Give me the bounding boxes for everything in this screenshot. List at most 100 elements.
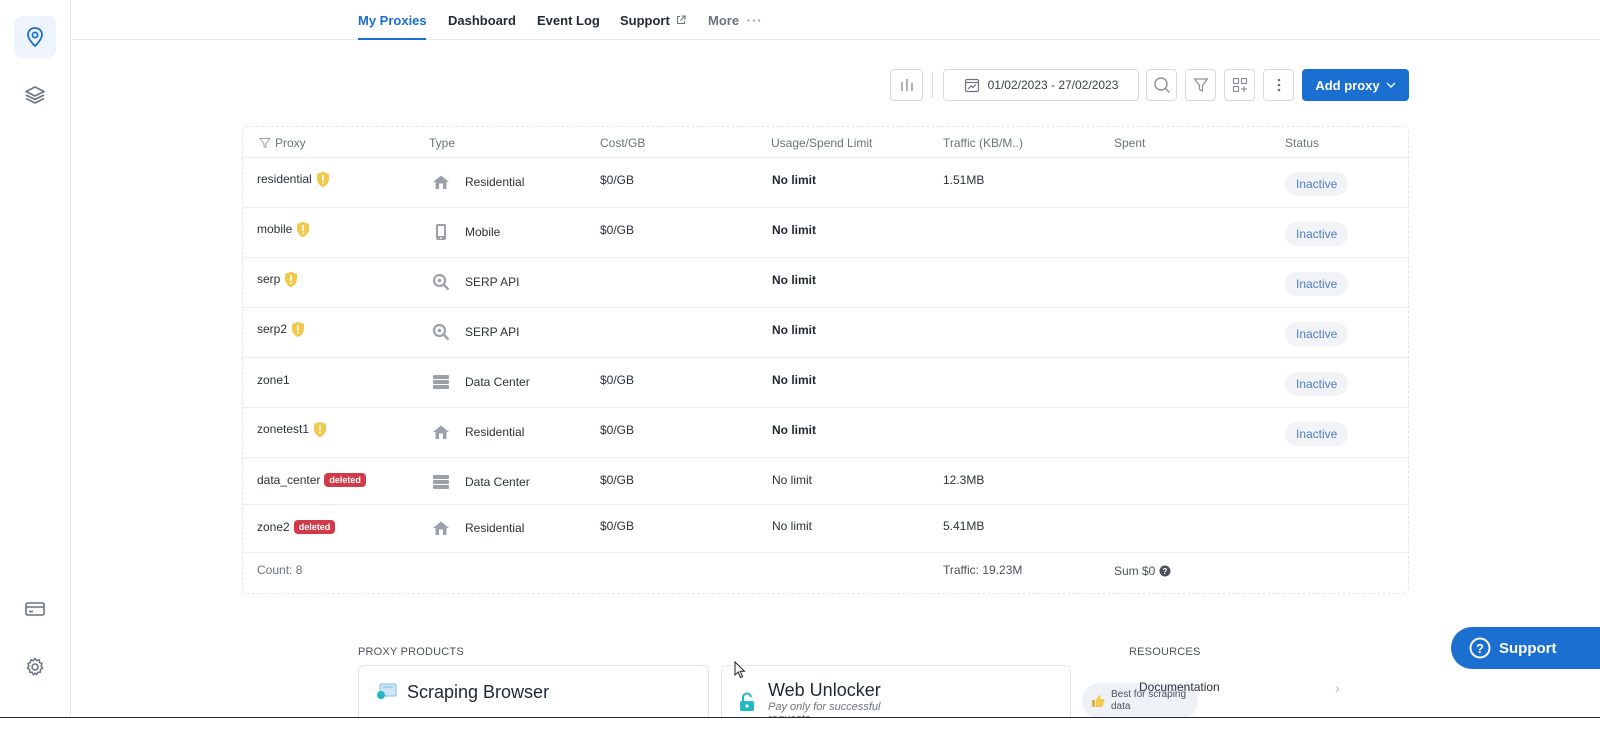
header-spent[interactable]: Spent bbox=[1114, 136, 1145, 150]
svg-text:?: ? bbox=[1476, 641, 1484, 656]
proxies-nav-button[interactable] bbox=[14, 16, 56, 58]
search-icon bbox=[1153, 77, 1170, 93]
usage-limit-cell: No limit bbox=[772, 323, 816, 337]
scraping-browser-title: Scraping Browser bbox=[407, 682, 550, 702]
proxy-name[interactable]: zonetest1 bbox=[257, 422, 309, 436]
proxy-name-cell: zone1 bbox=[257, 373, 290, 387]
status-badge: Inactive bbox=[1285, 322, 1349, 346]
deleted-badge: deleted bbox=[324, 473, 366, 487]
warning-shield-icon bbox=[284, 271, 298, 288]
search-button[interactable] bbox=[1146, 69, 1177, 101]
window-bottom-edge bbox=[0, 717, 1600, 734]
traffic-cell: 5.41MB bbox=[943, 519, 985, 533]
filter-button[interactable] bbox=[1185, 69, 1216, 101]
cost-cell: $0/GB bbox=[600, 173, 635, 187]
usage-limit-cell: No limit bbox=[772, 373, 816, 387]
table-row[interactable]: mobile Mobile $0/GB No limit Inactive bbox=[243, 208, 1408, 258]
deleted-badge: deleted bbox=[293, 520, 336, 534]
billing-nav-button[interactable] bbox=[14, 588, 56, 630]
products-nav-button[interactable] bbox=[14, 74, 56, 116]
warning-shield-icon bbox=[296, 221, 310, 238]
tab-more-label: More bbox=[708, 13, 740, 28]
date-range-text: 01/02/2023 - 27/02/2023 bbox=[987, 78, 1119, 92]
proxy-name[interactable]: serp bbox=[257, 272, 280, 286]
header-cost[interactable]: Cost/GB bbox=[600, 136, 645, 150]
chevron-right-icon: › bbox=[1335, 680, 1340, 696]
type-cell: Data Center bbox=[431, 372, 530, 392]
credit-card-icon bbox=[25, 602, 45, 616]
mouse-cursor-icon bbox=[734, 661, 746, 679]
table-row[interactable]: zone1 Data Center $0/GB No limit Inactiv… bbox=[243, 358, 1408, 408]
type-label: SERP API bbox=[465, 275, 520, 289]
header-traffic[interactable]: Traffic (KB/M..) bbox=[943, 136, 1023, 150]
settings-nav-button[interactable] bbox=[14, 646, 56, 688]
columns-button[interactable] bbox=[1224, 69, 1255, 101]
help-circle-icon: ? bbox=[1469, 637, 1491, 659]
tab-event-log[interactable]: Event Log bbox=[537, 13, 600, 28]
house-icon bbox=[431, 518, 451, 538]
proxy-name[interactable]: residential bbox=[257, 172, 312, 186]
table-row[interactable]: zonetest1 Residential $0/GB No limit Ina… bbox=[243, 408, 1408, 458]
tab-support-label: Support bbox=[620, 13, 670, 28]
tab-dashboard[interactable]: Dashboard bbox=[448, 13, 516, 28]
ellipsis-icon: ··· bbox=[746, 13, 763, 28]
help-circle-icon[interactable]: ? bbox=[1159, 565, 1171, 577]
table-row[interactable]: data_center deleted Data Center $0/GB No … bbox=[243, 458, 1408, 505]
header-proxy-label: Proxy bbox=[275, 136, 306, 150]
mobile-icon bbox=[431, 222, 451, 242]
type-label: Data Center bbox=[465, 475, 530, 489]
chart-view-button[interactable] bbox=[890, 69, 923, 101]
house-icon bbox=[431, 172, 451, 192]
proxy-name[interactable]: zone1 bbox=[257, 373, 290, 387]
status-badge: Inactive bbox=[1285, 422, 1349, 446]
type-cell: Data Center bbox=[431, 472, 530, 492]
usage-limit-cell: No limit bbox=[772, 173, 816, 187]
footer-sum-label: Sum $0 bbox=[1114, 564, 1156, 578]
documentation-link[interactable]: Documentation bbox=[1139, 680, 1220, 694]
cost-cell: $0/GB bbox=[600, 373, 635, 387]
table-row[interactable]: zone2 deleted Residential $0/GB No limit … bbox=[243, 505, 1408, 553]
proxy-name[interactable]: data_center bbox=[257, 473, 320, 487]
more-options-button[interactable] bbox=[1263, 69, 1294, 101]
cost-cell: $0/GB bbox=[600, 473, 635, 487]
header-type[interactable]: Type bbox=[429, 136, 455, 150]
tab-support[interactable]: Support bbox=[620, 13, 687, 28]
header-usage-limit[interactable]: Usage/Spend Limit bbox=[771, 136, 872, 150]
cost-cell: $0/GB bbox=[600, 519, 635, 533]
add-proxy-label: Add proxy bbox=[1315, 77, 1380, 93]
location-pin-icon bbox=[27, 27, 43, 48]
proxy-name-cell: data_center deleted bbox=[257, 473, 366, 487]
usage-limit-cell: No limit bbox=[772, 423, 816, 437]
support-chat-button[interactable]: ? Support bbox=[1451, 627, 1600, 669]
tab-my-proxies[interactable]: My Proxies bbox=[358, 13, 427, 28]
unlock-icon bbox=[740, 692, 754, 711]
traffic-cell: 1.51MB bbox=[943, 173, 985, 187]
header-status[interactable]: Status bbox=[1285, 136, 1319, 150]
footer-traffic: Traffic: 19.23M bbox=[943, 563, 1023, 577]
filter-icon bbox=[1193, 78, 1208, 92]
table-row[interactable]: residential Residential $0/GB No limit 1… bbox=[243, 158, 1408, 208]
tab-more[interactable]: More ··· bbox=[708, 13, 763, 28]
add-proxy-button[interactable]: Add proxy bbox=[1302, 69, 1409, 101]
header-proxy[interactable]: Proxy bbox=[259, 136, 306, 150]
footer-count: Count: 8 bbox=[257, 563, 303, 577]
active-tab-indicator bbox=[358, 38, 426, 40]
proxy-name[interactable]: zone2 bbox=[257, 520, 290, 534]
proxy-products-label: PROXY PRODUCTS bbox=[358, 646, 464, 658]
type-label: Residential bbox=[465, 175, 525, 189]
proxy-name-cell: residential bbox=[257, 171, 330, 188]
proxy-name[interactable]: serp2 bbox=[257, 322, 287, 336]
layers-icon bbox=[25, 86, 45, 104]
chevron-down-icon bbox=[1386, 82, 1396, 88]
type-cell: SERP API bbox=[431, 322, 519, 342]
table-row[interactable]: serp2 SERP API No limit Inactive bbox=[243, 308, 1408, 358]
cost-cell: $0/GB bbox=[600, 223, 635, 237]
support-button-label: Support bbox=[1499, 639, 1557, 657]
cost-cell: $0/GB bbox=[600, 423, 635, 437]
type-cell: Residential bbox=[431, 172, 524, 192]
proxy-name[interactable]: mobile bbox=[257, 222, 292, 236]
table-row[interactable]: serp SERP API No limit Inactive bbox=[243, 258, 1408, 308]
date-range-picker[interactable]: 01/02/2023 - 27/02/2023 bbox=[943, 69, 1139, 101]
status-badge: Inactive bbox=[1285, 172, 1349, 196]
thumbs-up-icon bbox=[1092, 695, 1105, 707]
